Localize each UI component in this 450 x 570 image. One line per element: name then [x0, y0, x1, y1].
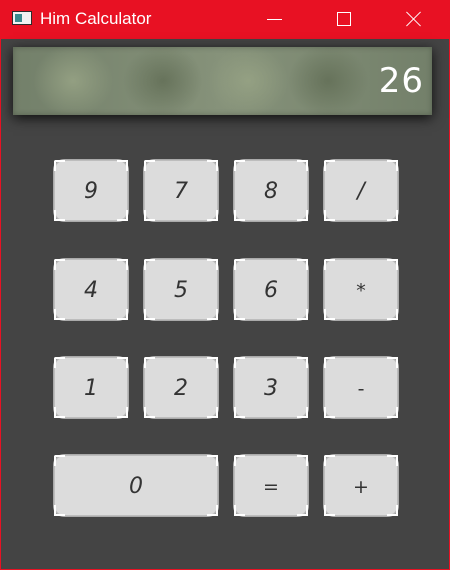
key-multiply[interactable]: *: [324, 259, 398, 320]
result-display: 26: [13, 47, 432, 115]
key-add[interactable]: +: [324, 455, 398, 516]
key-label: 7: [174, 179, 188, 204]
key-label: 1: [84, 376, 98, 401]
key-equals[interactable]: =: [234, 455, 308, 516]
display-value: 26: [378, 61, 424, 101]
minimize-button[interactable]: [251, 1, 297, 39]
window-title: Him Calculator: [40, 9, 152, 28]
calculator-window: Him Calculator 26 9 7 8 / 4 5 6 * 1 2 3 …: [0, 0, 450, 570]
close-icon: [406, 11, 422, 27]
key-label: 2: [174, 376, 188, 401]
key-6[interactable]: 6: [234, 259, 308, 320]
key-label: *: [356, 280, 366, 302]
key-label: 9: [84, 179, 98, 204]
key-5[interactable]: 5: [144, 259, 218, 320]
key-label: 8: [264, 179, 278, 204]
key-3[interactable]: 3: [234, 357, 308, 418]
key-label: =: [263, 476, 279, 498]
key-7[interactable]: 7: [144, 160, 218, 221]
key-divide[interactable]: /: [324, 160, 398, 221]
key-label: 5: [174, 278, 188, 303]
key-8[interactable]: 8: [234, 160, 308, 221]
key-label: 3: [264, 376, 278, 401]
key-0[interactable]: 0: [54, 455, 218, 516]
key-label: /: [357, 179, 365, 204]
key-label: 4: [84, 278, 98, 303]
key-2[interactable]: 2: [144, 357, 218, 418]
close-button[interactable]: [391, 1, 437, 39]
key-subtract[interactable]: -: [324, 357, 398, 418]
title-bar[interactable]: Him Calculator: [1, 1, 449, 39]
maximize-button[interactable]: [321, 1, 367, 39]
key-4[interactable]: 4: [54, 259, 128, 320]
calculator-app-icon: [12, 11, 32, 25]
key-1[interactable]: 1: [54, 357, 128, 418]
key-label: -: [357, 378, 365, 400]
key-label: 6: [264, 278, 278, 303]
key-9[interactable]: 9: [54, 160, 128, 221]
maximize-icon: [337, 12, 351, 26]
minimize-icon: [267, 19, 282, 20]
key-label: +: [353, 476, 369, 498]
key-label: 0: [129, 474, 143, 499]
